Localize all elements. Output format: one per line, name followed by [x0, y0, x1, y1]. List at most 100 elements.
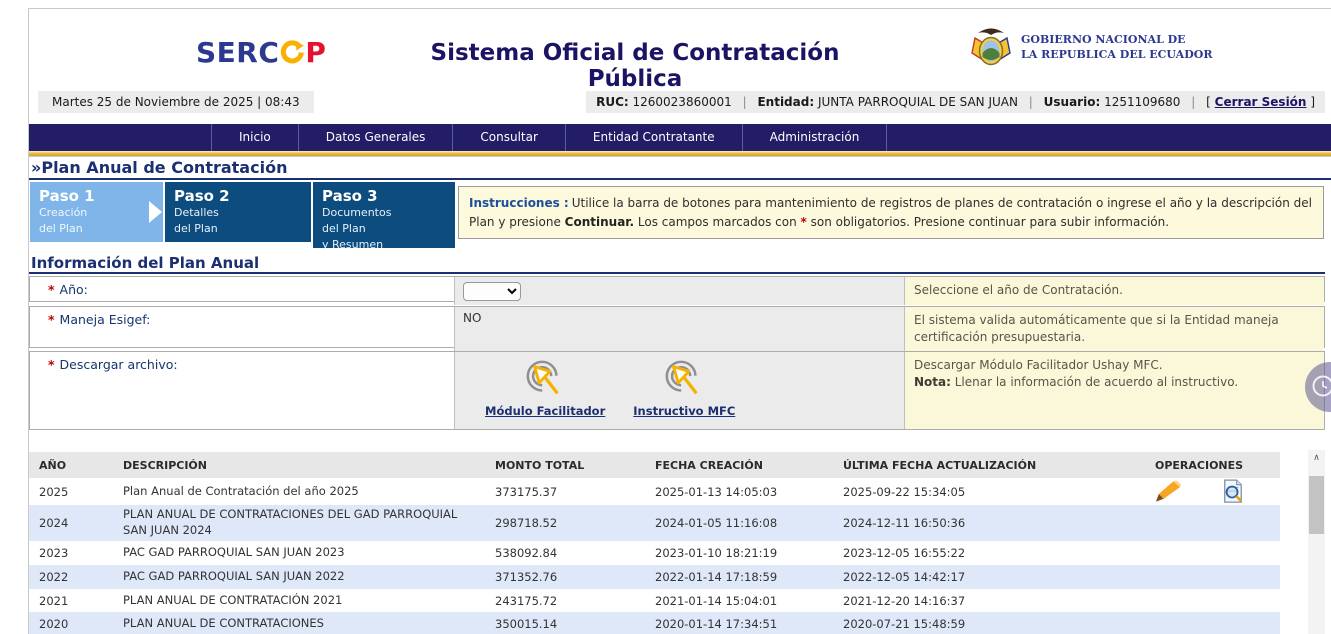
- entidad-label: Entidad:: [757, 95, 814, 109]
- cell-anio: 2022: [29, 570, 113, 584]
- nav-item-administracion[interactable]: Administración: [742, 124, 888, 151]
- cell-actualizacion: 2021-12-20 14:16:37: [833, 594, 1145, 608]
- instructions-bold-continuar: Continuar.: [565, 215, 634, 229]
- step-3-title: Paso 3: [322, 187, 446, 205]
- cell-actualizacion: 2020-07-21 15:48:59: [833, 617, 1145, 631]
- nav-item-datos-generales[interactable]: Datos Generales: [298, 124, 453, 151]
- nota-text: Llenar la información de acuerdo al inst…: [951, 375, 1238, 389]
- gov-line1: GOBIERNO NACIONAL DE: [1021, 32, 1212, 47]
- descargar-help-line1: Descargar Módulo Facilitador Ushay MFC.: [914, 357, 1315, 374]
- separator: |: [1191, 95, 1195, 109]
- step-1-creacion[interactable]: Paso 1 Creación del Plan: [30, 182, 163, 242]
- page-title: »Plan Anual de Contratación: [31, 158, 287, 177]
- separator: |: [743, 95, 747, 109]
- col-ultima-actualizacion: ÚLTIMA FECHA ACTUALIZACIÓN: [833, 459, 1145, 472]
- form-row-anio: *Año: Seleccione el año de Contratación.: [29, 276, 1325, 302]
- usuario-label: Usuario:: [1044, 95, 1101, 109]
- app-root: SERC P Sistema Oficial de Contratación Pú…: [0, 0, 1331, 634]
- step-3-line3: y Resumen: [322, 237, 446, 253]
- col-anio: AÑO: [29, 459, 113, 472]
- cell-descripcion: PLAN ANUAL DE CONTRATACIONES DEL GAD PAR…: [113, 507, 485, 538]
- nav-gold-accent: [29, 151, 1331, 156]
- form-row-esigef: *Maneja Esigef: NO El sistema valida aut…: [29, 306, 1325, 348]
- col-descripcion: DESCRIPCIÓN: [113, 459, 485, 472]
- step-active-arrow-icon: [149, 201, 162, 223]
- ruc-label: RUC:: [596, 95, 629, 109]
- anio-help: Seleccione el año de Contratación.: [904, 277, 1324, 305]
- cell-actualizacion: 2022-12-05 14:42:17: [833, 570, 1145, 584]
- cell-monto: 371352.76: [485, 570, 645, 584]
- cell-creacion: 2025-01-13 14:05:03: [645, 485, 833, 499]
- logout-link[interactable]: Cerrar Sesión: [1215, 95, 1307, 109]
- nota-label: Nota:: [914, 375, 951, 389]
- step-3-documentos[interactable]: Paso 3 Documentos del Plan y Resumen: [313, 182, 455, 248]
- sercop-logo-text-blue: SERC: [196, 36, 279, 69]
- required-asterisk: *: [48, 282, 55, 297]
- cell-anio: 2020: [29, 617, 113, 631]
- cell-monto: 538092.84: [485, 546, 645, 560]
- cell-anio: 2023: [29, 546, 113, 560]
- anio-value-cell: [454, 277, 904, 305]
- scrollbar-up-arrow-icon[interactable]: ∧: [1308, 450, 1325, 466]
- entidad-value: JUNTA PARROQUIAL DE SAN JUAN: [818, 95, 1018, 109]
- cell-creacion: 2022-01-14 17:18:59: [645, 570, 833, 584]
- click-download-icon: [662, 358, 706, 400]
- cell-creacion: 2021-01-14 15:04:01: [645, 594, 833, 608]
- table-row: 2020 PLAN ANUAL DE CONTRATACIONES 350015…: [29, 612, 1280, 634]
- cell-actualizacion: 2023-12-05 16:55:22: [833, 546, 1145, 560]
- cell-actualizacion: 2024-12-11 16:50:36: [833, 516, 1145, 530]
- scrollbar-thumb[interactable]: [1309, 476, 1324, 534]
- date-display: Martes 25 de Noviembre de 2025 | 08:43: [38, 91, 314, 113]
- session-info: RUC: 1260023860001 | Entidad: JUNTA PARR…: [586, 91, 1325, 113]
- sercop-logo-text-red: P: [305, 36, 326, 69]
- cell-descripcion: Plan Anual de Contratación del año 2025: [113, 484, 485, 500]
- step-1-line1: Creación: [39, 205, 154, 221]
- gov-logo: GOBIERNO NACIONAL DE LA REPUBLICA DEL EC…: [970, 22, 1212, 72]
- cell-anio: 2025: [29, 485, 113, 499]
- usuario-value: 1251109680: [1104, 95, 1180, 109]
- view-document-icon[interactable]: [1222, 479, 1244, 505]
- sercop-logo: SERC P: [196, 36, 326, 69]
- ruc-value: 1260023860001: [633, 95, 732, 109]
- nav-item-consultar[interactable]: Consultar: [452, 124, 565, 151]
- anio-select[interactable]: [463, 282, 521, 301]
- instructions-text2: Los campos marcados con: [634, 215, 800, 229]
- table-row: 2021 PLAN ANUAL DE CONTRATACIÓN 2021 243…: [29, 589, 1280, 612]
- step-3-line2: del Plan: [322, 221, 446, 237]
- cell-creacion: 2024-01-05 11:16:08: [645, 516, 833, 530]
- step-2-line2: del Plan: [174, 221, 302, 237]
- ecuador-crest-icon: [970, 22, 1012, 72]
- nav-item-entidad-contratante[interactable]: Entidad Contratante: [565, 124, 742, 151]
- anio-label-cell: *Año:: [30, 277, 454, 305]
- frame-border-top: [28, 8, 1331, 9]
- descargar-help: Descargar Módulo Facilitador Ushay MFC. …: [904, 352, 1324, 429]
- cell-anio: 2024: [29, 516, 113, 530]
- step-1-line2: del Plan: [39, 221, 154, 237]
- cell-creacion: 2020-01-14 17:34:51: [645, 617, 833, 631]
- descargar-label: Descargar archivo:: [60, 357, 178, 372]
- gov-text: GOBIERNO NACIONAL DE LA REPUBLICA DEL EC…: [1021, 32, 1212, 63]
- instructivo-mfc-download[interactable]: Instructivo MFC: [633, 358, 735, 418]
- table-row: 2022 PAC GAD PARROQUIAL SAN JUAN 2022 37…: [29, 565, 1280, 589]
- table-row: 2024 PLAN ANUAL DE CONTRATACIONES DEL GA…: [29, 505, 1280, 541]
- table-scrollbar[interactable]: ∧: [1308, 450, 1325, 634]
- bracket-open: [: [1206, 95, 1211, 109]
- system-title: Sistema Oficial de Contratación Pública: [385, 40, 885, 92]
- descargar-value-cell: Módulo Facilitador Instructivo MFC: [454, 352, 904, 429]
- cell-monto: 298718.52: [485, 516, 645, 530]
- modulo-facilitador-download[interactable]: Módulo Facilitador: [485, 358, 605, 418]
- descargar-label-cell: * Descargar archivo:: [30, 352, 454, 429]
- instructions-label: Instrucciones :: [469, 196, 569, 210]
- cell-anio: 2021: [29, 594, 113, 608]
- required-asterisk: *: [48, 357, 55, 372]
- click-download-icon: [523, 358, 567, 400]
- table-row: 2023 PAC GAD PARROQUIAL SAN JUAN 2023 53…: [29, 541, 1280, 565]
- instructivo-mfc-link[interactable]: Instructivo MFC: [633, 404, 735, 418]
- modulo-facilitador-link[interactable]: Módulo Facilitador: [485, 404, 605, 418]
- esigef-help: El sistema valida automáticamente que si…: [904, 307, 1324, 352]
- instructions-box: Instrucciones :Utilice la barra de boton…: [458, 186, 1324, 239]
- nav-item-inicio[interactable]: Inicio: [211, 124, 298, 151]
- col-operaciones: OPERACIONES: [1145, 459, 1280, 472]
- edit-pencil-icon[interactable]: [1155, 480, 1182, 503]
- step-2-detalles[interactable]: Paso 2 Detalles del Plan: [165, 182, 311, 242]
